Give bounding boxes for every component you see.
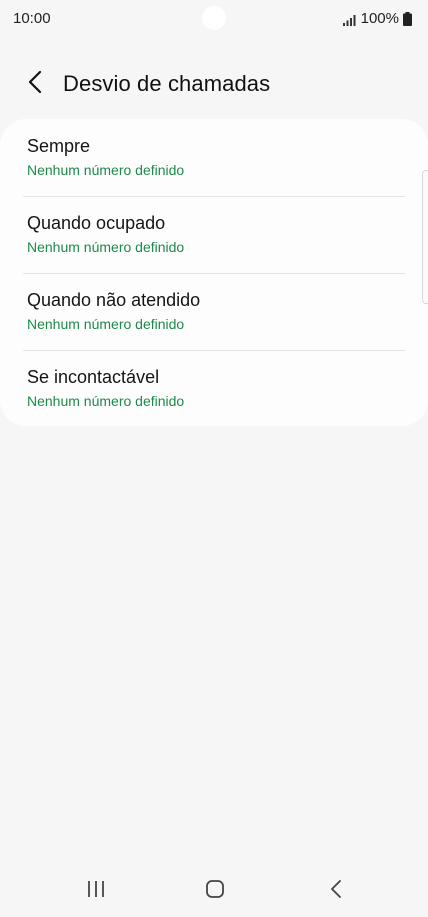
list-item-subtitle: Nenhum número definido xyxy=(27,239,185,255)
list-item-se-incontactavel[interactable]: Se incontactável Nenhum número definido xyxy=(0,350,428,427)
list-item-subtitle: Nenhum número definido xyxy=(27,316,185,332)
recents-button[interactable] xyxy=(76,878,116,904)
chevron-left-icon xyxy=(28,70,42,99)
list-item-subtitle: Nenhum número definido xyxy=(27,162,185,178)
home-button[interactable] xyxy=(195,878,235,904)
nav-back-button[interactable] xyxy=(316,878,356,904)
page-title: Desvio de chamadas xyxy=(63,71,271,96)
recents-icon xyxy=(86,880,106,903)
scroll-indicator[interactable] xyxy=(422,170,428,304)
status-time: 10:00 xyxy=(13,10,51,27)
list-item-subtitle: Nenhum número definido xyxy=(27,393,185,409)
list-item-title: Quando ocupado xyxy=(27,213,166,233)
camera-cutout xyxy=(202,6,226,30)
list-item-title: Quando não atendido xyxy=(27,290,201,310)
battery-percentage: 100% xyxy=(360,10,399,27)
app-header: Desvio de chamadas xyxy=(0,60,428,108)
home-icon xyxy=(205,879,225,904)
navigation-bar xyxy=(0,862,428,917)
status-indicators: 100% xyxy=(342,10,412,27)
back-button[interactable] xyxy=(20,68,50,100)
back-icon xyxy=(330,879,342,904)
signal-icon xyxy=(342,13,357,26)
list-item-quando-nao-atendido[interactable]: Quando não atendido Nenhum número defini… xyxy=(0,273,428,350)
battery-icon xyxy=(403,11,412,26)
list-item-title: Sempre xyxy=(27,136,91,156)
list-item-sempre[interactable]: Sempre Nenhum número definido xyxy=(0,119,428,196)
list-item-title: Se incontactável xyxy=(27,367,160,387)
forwarding-options-card: Sempre Nenhum número definido Quando ocu… xyxy=(0,119,428,426)
list-item-quando-ocupado[interactable]: Quando ocupado Nenhum número definido xyxy=(0,196,428,273)
status-bar: 10:00 100% xyxy=(0,0,428,38)
